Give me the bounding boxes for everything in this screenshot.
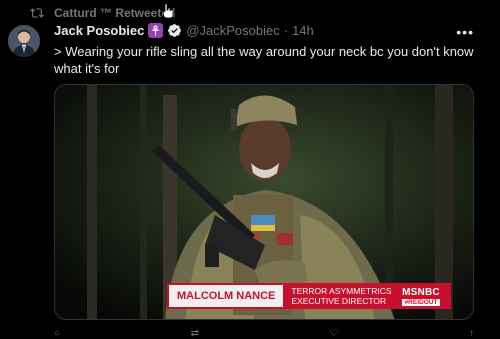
reply-icon[interactable]: ○ bbox=[54, 328, 60, 339]
retweet-icon bbox=[30, 6, 44, 20]
share-icon[interactable]: ↑ bbox=[469, 328, 474, 339]
retweet-indicator[interactable]: Catturd ™ Retweeted bbox=[30, 5, 175, 21]
verified-badge-icon bbox=[167, 23, 182, 38]
retweet-label: Catturd ™ Retweeted bbox=[54, 6, 176, 20]
tweet-timestamp[interactable]: 14h bbox=[292, 23, 314, 38]
msnbc-logo: MSNBC #REIDOUT bbox=[391, 283, 451, 309]
display-name[interactable]: Jack Posobiec bbox=[54, 23, 144, 38]
show-name: #REIDOUT bbox=[401, 298, 441, 306]
user-handle[interactable]: @JackPosobiec bbox=[186, 23, 279, 38]
tweet-text: > Wearing your rifle sling all the way a… bbox=[54, 44, 474, 76]
lower-third-name: MALCOLM NANCE bbox=[167, 283, 286, 309]
network-name: MSNBC bbox=[402, 286, 440, 298]
like-icon[interactable]: ♡ bbox=[330, 328, 339, 339]
tweet-media[interactable]: MALCOLM NANCE TERROR ASYMMETRICS PROJECT… bbox=[54, 84, 474, 320]
separator-dot: · bbox=[283, 23, 289, 38]
avatar[interactable] bbox=[8, 25, 40, 57]
more-options-icon[interactable]: ••• bbox=[456, 24, 474, 40]
tweet-action-bar: ○ ⇄ ♡ ↑ bbox=[54, 328, 474, 339]
retweet-action-icon[interactable]: ⇄ bbox=[191, 328, 199, 339]
ankh-badge-icon bbox=[148, 23, 164, 38]
tweet-header: Jack Posobiec @JackPosobiec · 14h bbox=[54, 23, 314, 38]
hand-cursor-icon bbox=[162, 3, 174, 19]
